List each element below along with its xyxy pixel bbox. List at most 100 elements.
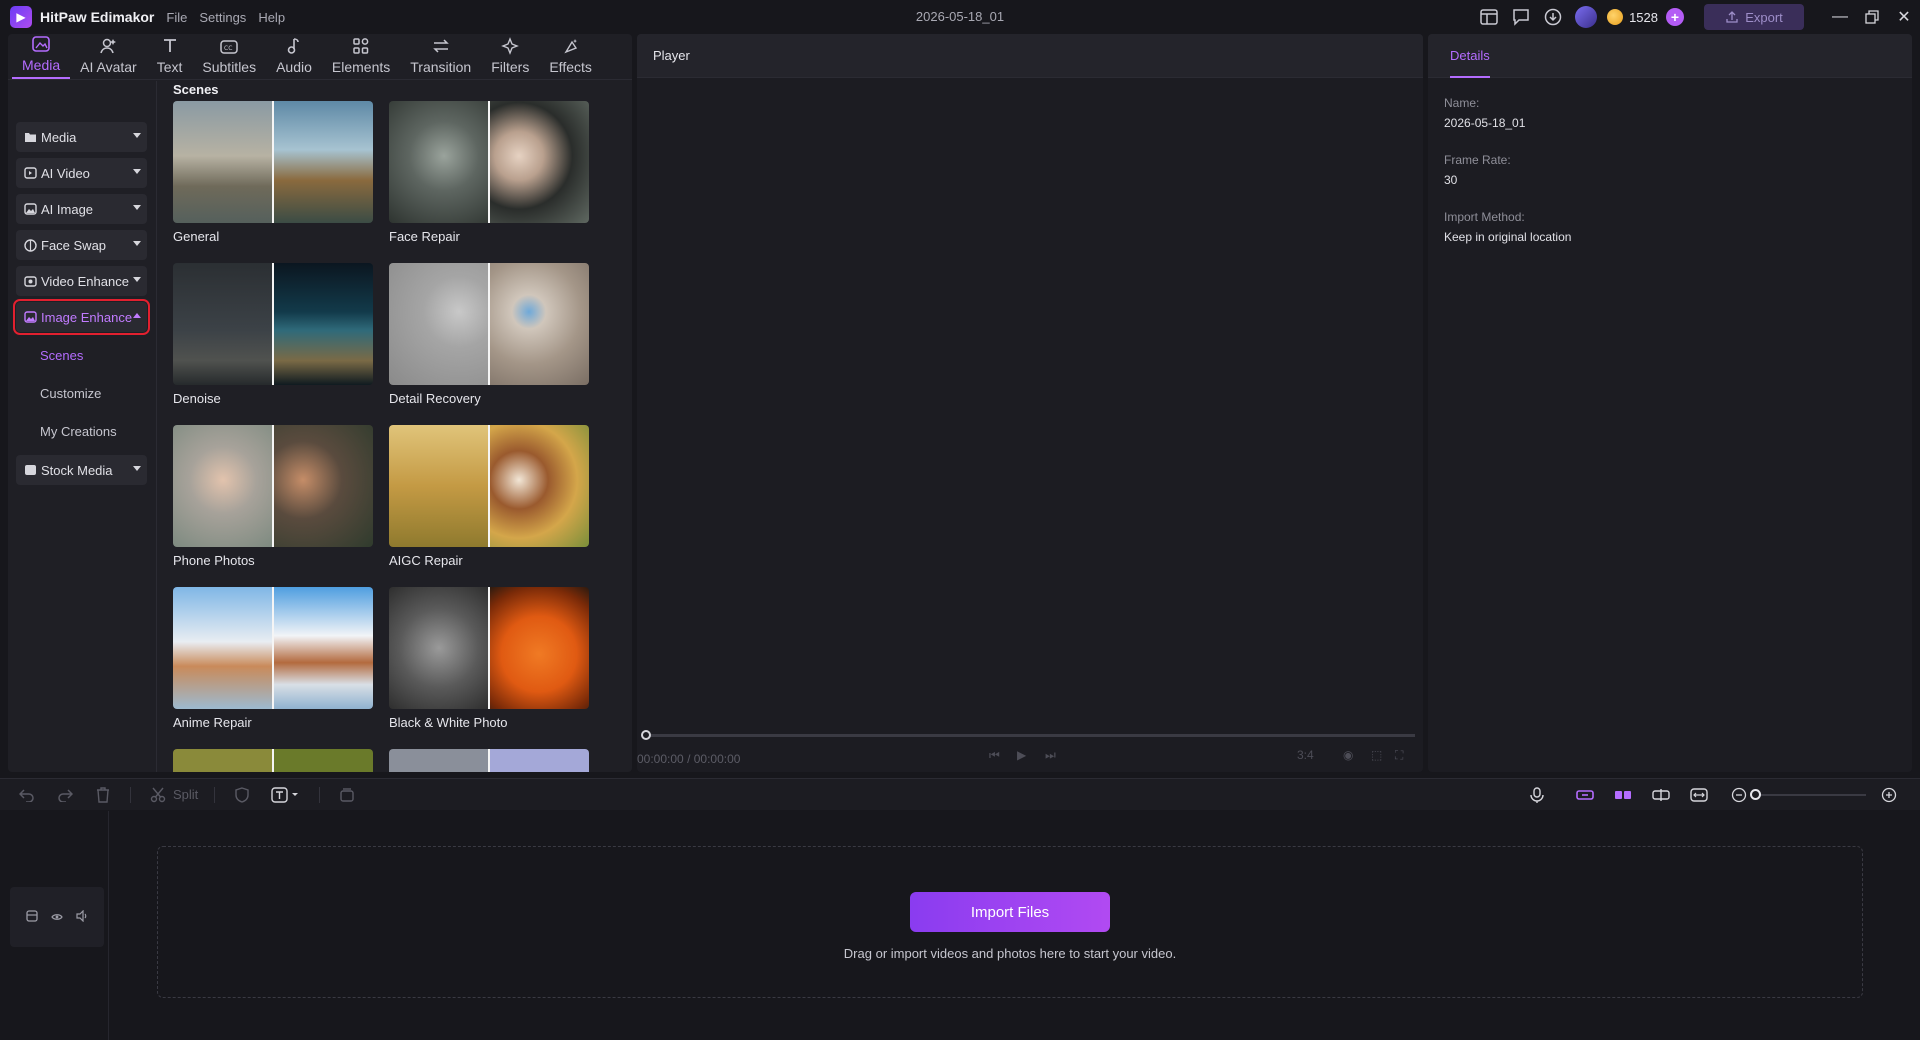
scene-label: Phone Photos [173,553,255,568]
app-name: HitPaw Edimakor [40,9,155,25]
delete-icon[interactable] [92,784,114,806]
zoom-in-icon[interactable] [1878,784,1900,806]
subcategory-my-creations[interactable]: My Creations [40,424,117,439]
zoom-out-icon[interactable] [1728,784,1750,806]
layout-icon[interactable] [1478,6,1500,28]
scene-thumbnail [173,749,373,772]
scene-label: Face Repair [389,229,460,244]
scene-card-detail-recovery[interactable]: Detail Recovery [389,263,589,406]
tab-text[interactable]: Text [147,33,193,79]
category-ai-video[interactable]: AI Video [16,158,147,188]
player-progress-bar[interactable] [641,730,1415,740]
fit-timeline-icon[interactable] [1688,784,1710,806]
track-thumbnail-icon[interactable] [26,909,38,925]
menu-help[interactable]: Help [258,10,285,25]
subcategory-customize[interactable]: Customize [40,386,101,401]
scene-card-general[interactable]: General [173,101,373,244]
close-icon[interactable]: ✕ [1888,0,1920,34]
folder-icon [23,130,37,144]
tab-label: Subtitles [202,59,257,75]
tab-transition[interactable]: Transition [400,33,481,79]
ai-avatar-icon [98,36,118,56]
minimize-icon[interactable]: — [1824,0,1856,34]
avatar[interactable] [1575,6,1598,28]
split-track-icon[interactable] [1650,784,1672,806]
play-icon[interactable]: ▶ [1017,748,1026,762]
chevron-down-icon [133,241,141,246]
import-files-button[interactable]: Import Files [910,892,1110,932]
scene-card-aigc-repair[interactable]: AIGC Repair [389,425,589,568]
tab-label: Transition [410,59,472,75]
scene-card-partial[interactable] [389,749,589,772]
menu-file[interactable]: File [166,10,187,25]
scene-card-partial[interactable] [173,749,373,772]
layers-icon[interactable] [336,784,358,806]
previous-frame-icon[interactable]: ⏮ [989,748,1000,763]
text-template-dropdown-icon[interactable] [269,784,303,806]
tab-label: Text [156,59,183,75]
player-title: Player [637,34,1423,78]
tab-elements[interactable]: Elements [322,33,400,79]
coin-balance[interactable]: 1528 + [1607,8,1684,26]
zoom-slider-knob[interactable] [1750,789,1761,800]
split-label[interactable]: Split [173,787,198,802]
scene-label: General [173,229,220,244]
scene-card-phone-photos[interactable]: Phone Photos [173,425,373,568]
image-enhance-icon [23,310,37,324]
download-icon[interactable] [1542,6,1564,28]
snapshot-icon[interactable]: ◉ [1343,748,1353,762]
scene-card-face-repair[interactable]: Face Repair [389,101,589,244]
category-image-enhance[interactable]: Image Enhance [13,299,150,335]
link-clips-icon[interactable] [1574,784,1596,806]
redo-icon[interactable] [54,784,76,806]
tab-effects[interactable]: Effects [539,33,602,79]
category-label: Media [41,129,77,145]
category-media[interactable]: Media [16,122,147,152]
category-label: AI Video [41,165,90,181]
next-frame-icon[interactable]: ⏭ [1045,748,1056,763]
menu-settings[interactable]: Settings [199,10,246,25]
scene-label: AIGC Repair [389,553,463,568]
crop-icon[interactable]: ⬚ [1371,748,1382,762]
tab-subtitles[interactable]: CC Subtitles [192,33,266,79]
transition-icon [431,36,451,56]
export-button[interactable]: Export [1704,4,1804,30]
scene-card-denoise[interactable]: Denoise [173,263,373,406]
tool-tabs: Media AI Avatar Text CC Subtitles Audio … [8,34,632,80]
scene-card-anime-repair[interactable]: Anime Repair [173,587,373,730]
scissors-icon[interactable] [147,784,169,806]
add-coins-icon[interactable]: + [1666,8,1684,26]
category-stock-media[interactable]: Stock Media [16,455,147,485]
category-ai-image[interactable]: AI Image [16,194,147,224]
tab-label: Media [22,57,61,73]
tab-filters[interactable]: Filters [481,33,539,79]
zoom-slider[interactable] [1750,789,1866,800]
scenes-heading: Scenes [173,82,219,97]
scene-thumbnail [389,263,589,385]
scene-card-black-white-photo[interactable]: Black & White Photo [389,587,589,730]
tab-ai-avatar[interactable]: AI Avatar [70,33,147,79]
subcategory-scenes[interactable]: Scenes [40,348,83,363]
app-logo-icon: ▶ [10,6,32,28]
tab-label: AI Avatar [80,59,137,75]
magnet-snap-icon[interactable] [1612,784,1634,806]
category-face-swap[interactable]: Face Swap [16,230,147,260]
category-video-enhance[interactable]: Video Enhance [16,266,147,296]
microphone-icon[interactable] [1526,784,1548,806]
shield-icon[interactable] [231,784,253,806]
restore-icon[interactable] [1856,0,1888,34]
tab-audio[interactable]: Audio [266,33,322,79]
eye-icon[interactable] [51,910,63,925]
time-current: 00:00:00 [637,752,684,766]
undo-icon[interactable] [16,784,38,806]
fullscreen-icon[interactable]: ⛶ [1395,748,1403,763]
name-value: 2026-05-18_01 [1444,116,1526,130]
tab-details[interactable]: Details [1450,34,1490,78]
details-panel: Details Name: 2026-05-18_01 Frame Rate: … [1428,34,1912,772]
tab-media[interactable]: Media [12,33,71,79]
playhead-knob[interactable] [641,730,651,740]
tab-label: Audio [276,59,312,75]
speaker-icon[interactable] [76,909,88,925]
feedback-icon[interactable] [1510,6,1532,28]
aspect-ratio[interactable]: 3:4 [1297,748,1314,762]
